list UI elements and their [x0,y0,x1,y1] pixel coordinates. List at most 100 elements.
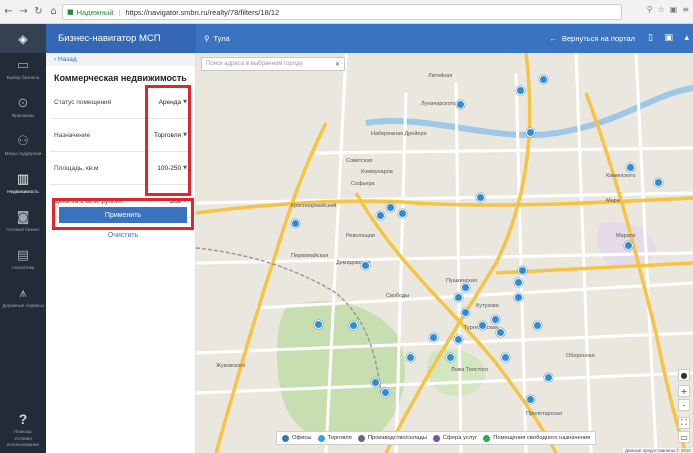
rail-item-road[interactable]: ⩚ Дорожные сервисы [0,281,46,319]
legend-item[interactable]: Производство/склады [357,434,427,442]
briefcase-icon: ▭ [16,58,30,73]
rail-item-analytics[interactable]: ▤ Аналитика [0,243,46,281]
filter-label: Статус помещения [54,98,112,106]
property-marker[interactable] [514,293,523,302]
warehouse-icon [357,434,365,442]
street-label: Каминского [606,173,636,179]
property-marker[interactable] [386,203,395,212]
menu-icon[interactable]: ≡ [682,5,689,14]
clear-button[interactable]: Очистить [55,232,191,239]
street-label: Марата [616,233,636,239]
zoom-out-button[interactable]: - [678,399,690,411]
home-icon[interactable]: ⌂ [47,4,60,20]
legend-item[interactable]: Сфера услуг [432,434,477,442]
street-label: Коммунаров [361,169,393,175]
property-marker[interactable] [291,219,300,228]
street-label: Советская [346,158,373,164]
property-marker[interactable] [626,163,635,172]
free-purpose-icon [483,434,491,442]
property-marker[interactable] [361,261,370,270]
address-separator: | [118,7,121,17]
map-canvas [196,53,693,453]
rail-item-realty[interactable]: ▥ Недвижимость [0,167,46,205]
app-logo-icon[interactable]: ◈ [0,24,46,53]
rail-help[interactable]: ? Помощь Условия использования [0,411,46,448]
property-marker[interactable] [476,193,485,202]
analytics-icon: ▤ [16,248,30,263]
help-icon: ? [18,410,28,427]
filter-label: Площадь, кв.м [54,164,99,172]
back-to-portal-link[interactable]: ← Вернуться на портал [549,34,635,43]
property-marker[interactable] [314,320,323,329]
rail-label: Аналитика [11,265,35,270]
chat-icon[interactable]: ▣ [664,33,673,43]
app-title: Бизнес-навигатор МСП [46,24,196,53]
rail-item-franchise[interactable]: ⊙ Франшизы [0,91,46,129]
property-marker[interactable] [454,293,463,302]
layers-icon[interactable]: ● [678,369,690,381]
property-marker[interactable] [454,335,463,344]
rail-item-support[interactable]: ⚇ Меры поддержки [0,129,46,167]
map-view[interactable]: Поиск адреса в выбранном городе ✕ Литейн… [196,53,693,453]
property-marker[interactable] [516,86,525,95]
star-icon[interactable]: ☆ [658,5,665,14]
support-icon: ⚇ [17,134,29,149]
property-marker[interactable] [514,278,523,287]
legend-item[interactable]: Торговля [317,434,352,442]
rail-item-ready-business[interactable]: ◙ Готовый бизнес [0,205,46,243]
property-marker[interactable] [456,100,465,109]
property-marker[interactable] [654,178,663,187]
map-attribution[interactable]: Данные предоставлены © 2GIS [623,448,693,453]
fullscreen-icon[interactable]: ⛶ [678,417,690,429]
property-marker[interactable] [624,241,633,250]
map-legend: Офисы Торговля Производство/склады Сфера… [276,431,597,445]
property-marker[interactable] [533,321,542,330]
zoom-icon[interactable]: ⚲ [647,5,653,14]
property-marker[interactable] [461,283,470,292]
property-marker[interactable] [376,211,385,220]
property-marker[interactable] [478,321,487,330]
property-marker[interactable] [544,373,553,382]
property-marker[interactable] [501,353,510,362]
property-marker[interactable] [371,378,380,387]
street-label: Жуковского [216,363,246,369]
city-selector[interactable]: ⚲ Тула [204,34,230,43]
property-marker[interactable] [518,266,527,275]
street-label: Оборонная [566,353,595,359]
forward-arrow-icon[interactable]: → [17,4,30,20]
property-marker[interactable] [406,353,415,362]
property-marker[interactable] [526,128,535,137]
property-marker[interactable] [539,75,548,84]
street-label: Революции [346,233,375,239]
services-icon [432,434,440,442]
legend-item[interactable]: Офисы [282,434,312,442]
property-marker[interactable] [491,315,500,324]
property-marker[interactable] [496,328,505,337]
property-marker[interactable] [461,308,470,317]
property-marker[interactable] [381,388,390,397]
ruler-icon[interactable]: ▭ [678,431,690,443]
street-label: Литейная [428,73,453,79]
property-marker[interactable] [349,321,358,330]
rail-item-business[interactable]: ▭ Выбор бизнеса [0,53,46,91]
address-bar[interactable]: ■ Надежный | https://navigator.smbn.ru/r… [62,4,622,20]
property-marker[interactable] [526,395,535,404]
zoom-in-button[interactable]: + [678,385,690,397]
back-link[interactable]: ‹ Назад [46,53,195,66]
property-marker[interactable] [398,209,407,218]
address-search-input[interactable]: Поиск адреса в выбранном городе ✕ [201,57,345,71]
legend-item[interactable]: Помещения свободного назначения [483,434,590,442]
bookmark-icon[interactable]: ▯ [648,33,653,43]
property-marker[interactable] [429,333,438,342]
help-label: Помощь [14,428,32,434]
extension-icon[interactable]: ▣ [670,5,678,14]
terms-link[interactable]: Условия использования [0,436,46,447]
apply-button[interactable]: Применить [59,207,187,223]
property-marker[interactable] [446,353,455,362]
back-arrow-icon[interactable]: ← [2,4,15,20]
rail-label: Готовый бизнес [6,227,40,232]
clear-search-icon[interactable]: ✕ [335,61,340,68]
user-icon[interactable]: ▴ [684,33,689,43]
reload-icon[interactable]: ↻ [32,4,45,20]
building-icon: ▥ [16,172,30,187]
